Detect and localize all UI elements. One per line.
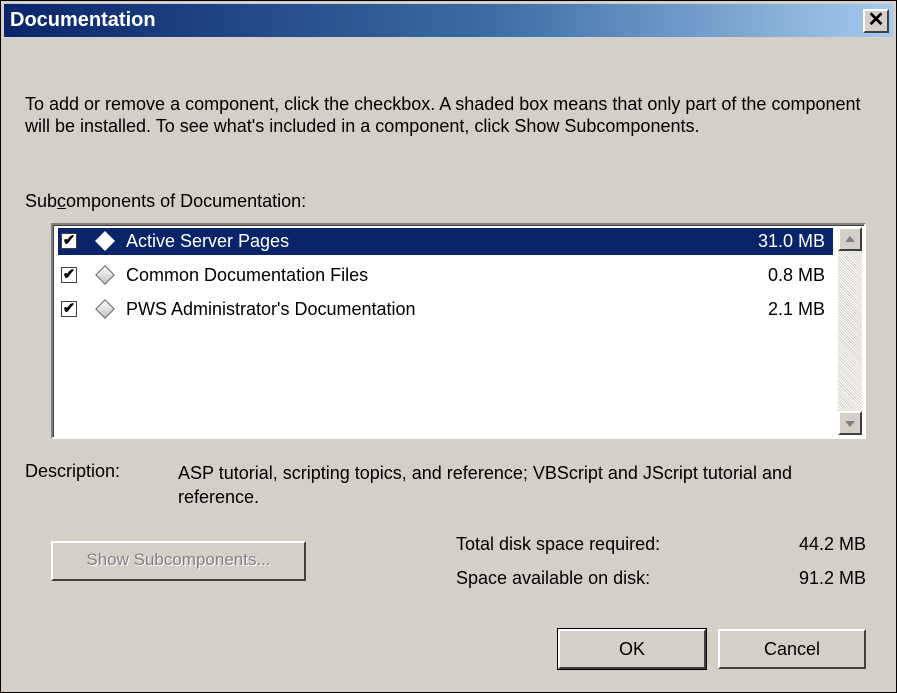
component-diamond-icon [95,299,115,319]
arrow-up-icon [845,236,855,242]
available-disk-value: 91.2 MB [798,568,866,588]
title-bar[interactable]: Documentation ✕ [4,4,893,37]
available-disk-label: Space available on disk: [456,568,651,588]
cancel-button[interactable]: Cancel [718,629,866,669]
list-item[interactable]: ✔ PWS Administrator's Documentation 2.1 … [58,296,833,323]
ok-button[interactable]: OK [557,628,707,670]
instructions-text: To add or remove a component, click the … [25,94,861,136]
list-item-label: PWS Administrator's Documentation [126,299,416,319]
list-item-label: Active Server Pages [126,231,290,251]
total-disk-label: Total disk space required: [456,534,661,554]
total-disk-value: 44.2 MB [798,534,866,554]
list-item-label: Common Documentation Files [126,265,369,285]
checkbox-checked[interactable]: ✔ [61,267,77,283]
vertical-scrollbar[interactable] [838,227,862,435]
list-item-size: 31.0 MB [757,231,825,251]
dialog-title: Documentation [10,9,156,31]
description-label: Description: [25,461,121,481]
documentation-dialog: Documentation ✕ To add or remove a compo… [0,0,897,693]
close-button[interactable]: ✕ [863,9,889,33]
list-item-size: 0.8 MB [767,265,825,285]
show-subcomponents-button[interactable]: Show Subcomponents... [51,541,306,581]
subcomponents-heading: Subcomponents of Documentation: [25,191,306,212]
subcomponents-list[interactable]: ✔ Active Server Pages 31.0 MB ✔ Common D… [51,223,866,439]
list-item[interactable]: ✔ Common Documentation Files 0.8 MB [58,262,833,289]
scroll-down-button[interactable] [838,411,862,435]
component-diamond-icon [95,231,115,251]
component-diamond-icon [95,265,115,285]
description-text: ASP tutorial, scripting topics, and refe… [178,463,792,507]
list-item[interactable]: ✔ Active Server Pages 31.0 MB [58,228,833,255]
arrow-down-icon [845,421,855,427]
subcomponents-heading-pre: Sub [25,191,58,211]
scroll-up-button[interactable] [838,227,862,251]
checkbox-checked[interactable]: ✔ [61,301,77,317]
subcomponents-heading-accel: c [57,191,67,211]
subcomponents-heading-post: omponents of Documentation: [66,191,307,211]
checkbox-checked[interactable]: ✔ [61,233,77,249]
list-item-size: 2.1 MB [767,299,825,319]
